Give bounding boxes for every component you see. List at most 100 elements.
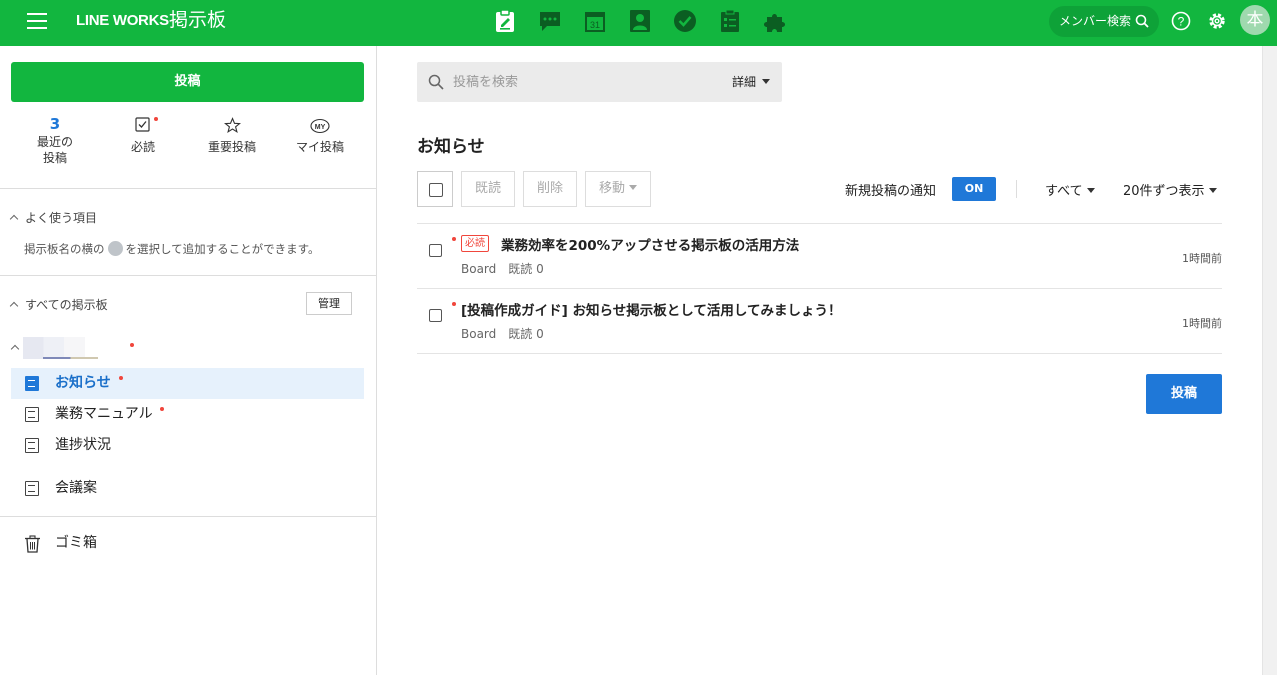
must-read-label: 必読 <box>130 140 155 154</box>
recent-posts-label-2: 投稿 <box>42 151 67 165</box>
divider <box>1016 180 1017 198</box>
board-item-label: お知らせ <box>55 375 111 391</box>
my-posts-label: マイ投稿 <box>295 140 344 154</box>
post-title[interactable]: 業務効率を200%アップさせる掲示板の活用方法 <box>501 234 799 254</box>
checkbox-icon <box>135 117 150 132</box>
new-post-button[interactable]: 投稿 <box>11 62 364 102</box>
board-list-icon <box>25 376 39 391</box>
search-detail-dropdown[interactable]: 詳細 <box>732 62 770 102</box>
star-icon <box>223 117 241 134</box>
post-board: Board <box>461 262 497 276</box>
chevron-up-icon <box>9 301 19 311</box>
move-label: 移動 <box>598 181 625 196</box>
unread-dot <box>130 343 134 347</box>
unread-dot <box>118 376 123 380</box>
favorites-title: よく使う項目 <box>25 211 98 225</box>
post-read-count: 既読 0 <box>508 262 544 276</box>
board-group-name-redacted <box>23 337 98 359</box>
favorites-hint-before: 掲示板名の横の <box>24 242 105 256</box>
all-boards-section-head[interactable]: すべての掲示板 <box>9 296 108 313</box>
recent-posts-shortcut[interactable]: 3 最近の 投稿 <box>15 114 95 166</box>
post-checkbox[interactable] <box>429 309 442 322</box>
task-icon[interactable] <box>673 9 697 33</box>
member-search-button[interactable]: メンバー検索 <box>1049 6 1159 37</box>
post-time: 1時間前 <box>1182 252 1222 265</box>
mark-read-button[interactable]: 既読 <box>461 171 515 207</box>
caret-down-icon <box>629 185 637 190</box>
board-list-icon <box>25 407 39 422</box>
divider <box>0 188 376 189</box>
board-item-label: 進捗状況 <box>55 437 111 453</box>
trash-icon <box>25 535 40 553</box>
board-item-notice[interactable]: お知らせ <box>11 368 364 399</box>
post-checkbox[interactable] <box>429 244 442 257</box>
post-meta: Board 既読 0 <box>461 325 544 342</box>
post-read-count: 既読 0 <box>508 327 544 341</box>
addon-icon[interactable] <box>763 9 787 33</box>
board-item-meeting[interactable]: 会議案 <box>11 473 364 504</box>
select-all-checkbox[interactable] <box>417 171 453 207</box>
filter-label: すべて <box>1045 184 1083 199</box>
move-button[interactable]: 移動 <box>585 171 651 207</box>
board-icon[interactable] <box>493 9 517 33</box>
caret-down-icon <box>1086 188 1095 193</box>
form-icon[interactable] <box>718 9 742 33</box>
search-icon <box>1135 14 1149 28</box>
page-size-dropdown[interactable]: 20件ずつ表示 <box>1123 180 1217 199</box>
scrollbar[interactable] <box>1262 46 1277 675</box>
page-title: お知らせ <box>417 137 485 157</box>
post-button[interactable]: 投稿 <box>1146 374 1222 414</box>
search-input[interactable] <box>453 62 713 102</box>
unread-dot <box>452 302 456 306</box>
star-badge-icon <box>107 241 123 256</box>
sidebar: 投稿 3 最近の 投稿 必読 重要投稿 MY マイ投稿 よく使う項目 掲示板名の… <box>0 46 377 675</box>
my-icon-text: MY <box>315 124 326 131</box>
favorites-hint-after: を選択して追加することができます。 <box>125 242 320 256</box>
post-time: 1時間前 <box>1182 317 1222 330</box>
divider <box>0 275 376 276</box>
calendar-icon[interactable]: 31 <box>583 9 607 33</box>
my-icon: MY <box>310 118 330 134</box>
menu-icon[interactable] <box>27 13 47 29</box>
unread-dot <box>160 407 165 411</box>
chevron-up-icon <box>10 344 20 354</box>
svg-text:?: ? <box>1178 15 1185 29</box>
manage-button[interactable]: 管理 <box>306 292 352 315</box>
avatar[interactable]: 本 <box>1240 5 1270 35</box>
page-size-label: 20件ずつ表示 <box>1123 184 1205 199</box>
calendar-day: 31 <box>590 20 600 30</box>
favorites-hint: 掲示板名の横の を選択して追加することができます。 <box>24 241 320 257</box>
important-posts-label: 重要投稿 <box>207 140 256 154</box>
gear-icon[interactable] <box>1207 11 1227 31</box>
board-item-progress[interactable]: 進捗状況 <box>11 430 364 461</box>
favorites-section-head[interactable]: よく使う項目 <box>9 209 98 226</box>
my-posts-shortcut[interactable]: MY マイ投稿 <box>280 114 360 155</box>
contacts-icon[interactable] <box>628 9 652 33</box>
help-icon[interactable]: ? <box>1171 11 1191 31</box>
trash-item[interactable]: ゴミ箱 <box>11 528 211 558</box>
filter-dropdown[interactable]: すべて <box>1045 180 1095 199</box>
board-list-icon <box>25 438 39 453</box>
must-read-shortcut[interactable]: 必読 <box>103 114 183 155</box>
unread-dot <box>154 117 158 121</box>
app-name: 掲示板 <box>169 9 227 31</box>
board-group-row[interactable] <box>10 335 151 361</box>
caret-down-icon <box>1208 188 1217 193</box>
important-posts-shortcut[interactable]: 重要投稿 <box>192 114 272 155</box>
divider <box>0 516 376 517</box>
post-meta: Board 既読 0 <box>461 260 544 277</box>
post-row[interactable]: [投稿作成ガイド] お知らせ掲示板として活用してみましょう！ Board 既読 0… <box>417 289 1222 353</box>
all-boards-title: すべての掲示板 <box>25 298 108 312</box>
post-title[interactable]: [投稿作成ガイド] お知らせ掲示板として活用してみましょう！ <box>461 299 841 319</box>
notify-toggle[interactable]: ON <box>952 177 996 201</box>
must-read-badge: 必読 <box>461 235 489 252</box>
post-board: Board <box>461 327 497 341</box>
delete-button[interactable]: 削除 <box>523 171 577 207</box>
post-row[interactable]: 必読 業務効率を200%アップさせる掲示板の活用方法 Board 既読 0 1時間… <box>417 224 1222 288</box>
trash-label: ゴミ箱 <box>55 535 97 551</box>
brand-logo[interactable]: LINE WORKS <box>76 10 169 32</box>
chat-icon[interactable] <box>538 9 562 33</box>
board-item-manual[interactable]: 業務マニュアル <box>11 399 364 430</box>
caret-down-icon <box>762 79 770 84</box>
board-list-icon <box>25 481 39 496</box>
